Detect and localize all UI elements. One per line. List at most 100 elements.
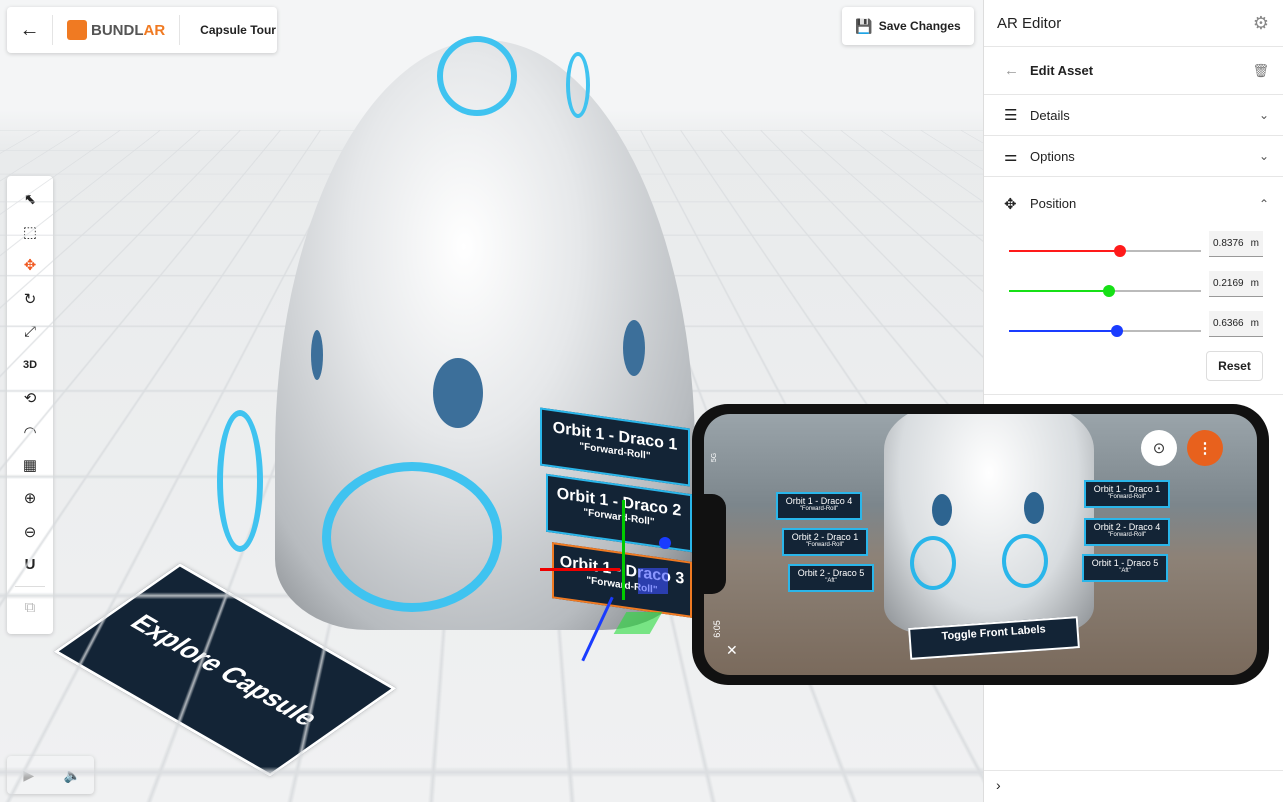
chevron-down-icon: ⌄ bbox=[1258, 149, 1269, 163]
thruster-ring[interactable] bbox=[217, 410, 263, 552]
more-vertical-icon: ⋮ bbox=[1197, 440, 1213, 457]
slider-knob[interactable] bbox=[1110, 325, 1123, 337]
arrow-left-icon: ← bbox=[19, 19, 40, 41]
save-label: Save Changes bbox=[878, 19, 961, 33]
capsule-window bbox=[623, 320, 645, 376]
position-z-input[interactable]: 0.6366 m bbox=[1209, 311, 1263, 337]
reset-button[interactable]: Reset bbox=[1206, 351, 1263, 381]
value: 0.2169 bbox=[1213, 278, 1244, 289]
capsule-window bbox=[932, 494, 952, 526]
section-details[interactable]: ☰ Details ⌄ bbox=[984, 95, 1283, 136]
thruster-ring bbox=[1002, 534, 1048, 588]
3d-view-tool[interactable]: 3D bbox=[7, 348, 53, 381]
network-indicator: 5G bbox=[711, 452, 719, 463]
draco-label: Orbit 2 - Draco 5 "Aft" bbox=[788, 564, 874, 592]
section-options[interactable]: ⚌ Options ⌄ bbox=[984, 136, 1283, 177]
position-y-slider[interactable] bbox=[1009, 285, 1201, 297]
edit-asset-title: Edit Asset bbox=[1030, 63, 1094, 78]
slider-fill bbox=[1009, 290, 1109, 292]
volume-button[interactable]: 🔈 bbox=[51, 767, 95, 784]
scale-tool[interactable]: ⤢ bbox=[7, 315, 53, 348]
move-icon: ✥ bbox=[1004, 195, 1017, 213]
lines-icon: ☰ bbox=[1004, 107, 1018, 124]
thruster-ring-selected[interactable] bbox=[322, 462, 502, 612]
unit: m bbox=[1250, 238, 1259, 249]
gift-box-icon bbox=[67, 20, 87, 40]
gizmo-plane-handle[interactable] bbox=[638, 568, 668, 594]
position-z-slider[interactable] bbox=[1009, 325, 1201, 337]
section-label: Details bbox=[1030, 107, 1070, 123]
capsule-window bbox=[433, 358, 483, 428]
slider-knob[interactable] bbox=[1102, 285, 1115, 297]
edit-asset-header: ← Edit Asset 🗑 bbox=[984, 47, 1283, 95]
more-menu-button[interactable]: ⋮ bbox=[1187, 430, 1223, 466]
draco-label: Orbit 2 - Draco 1 "Forward-Roll" bbox=[782, 528, 868, 556]
move-tool[interactable]: ✥ bbox=[7, 249, 53, 282]
trash-icon[interactable]: 🗑 bbox=[1252, 63, 1269, 79]
chevron-up-icon: ⌃ bbox=[1258, 196, 1269, 211]
slider-fill bbox=[1009, 330, 1117, 332]
draco-label: Orbit 2 - Draco 4 "Forward-Roll" bbox=[1084, 518, 1170, 546]
divider bbox=[984, 394, 1283, 395]
select-tool[interactable]: ⬉ bbox=[7, 182, 53, 215]
gear-icon[interactable]: ⚙ bbox=[1253, 13, 1269, 34]
thruster-ring bbox=[910, 536, 956, 590]
recenter-button[interactable]: ⊙ bbox=[1141, 430, 1177, 466]
section-position[interactable]: ✥ Position ⌃ bbox=[984, 177, 1283, 230]
top-bar: ← BUNDL AR Capsule Tour bbox=[7, 7, 277, 53]
thruster-ring[interactable] bbox=[437, 36, 517, 116]
draco-label: Orbit 1 - Draco 5 "Aft" bbox=[1082, 554, 1168, 582]
gizmo-y-axis[interactable] bbox=[622, 500, 625, 600]
project-title: Capsule Tour bbox=[200, 23, 276, 37]
position-y-input[interactable]: 0.2169 m bbox=[1209, 271, 1263, 297]
expand-panel-button[interactable]: › bbox=[984, 770, 1283, 802]
section-label: Position bbox=[1030, 196, 1077, 211]
wifi-anchor-tool[interactable]: ◠ bbox=[7, 415, 53, 448]
playback-controls: ▶ 🔈 bbox=[7, 756, 94, 794]
magnet-tool[interactable]: U bbox=[7, 548, 53, 581]
panel-title: AR Editor bbox=[997, 14, 1062, 32]
target-icon: ⊙ bbox=[1152, 440, 1166, 457]
slider-fill bbox=[1009, 250, 1121, 252]
ar-camera-view: Orbit 1 - Draco 4 "Forward-Roll" Orbit 2 … bbox=[704, 414, 1257, 675]
gizmo-handle[interactable] bbox=[659, 537, 671, 549]
panel-header: AR Editor ⚙ bbox=[984, 0, 1283, 47]
bundlar-logo: BUNDL AR bbox=[53, 15, 181, 45]
sliders-icon: ⚌ bbox=[1004, 148, 1018, 165]
zoom-in-tool[interactable]: ⊕ bbox=[7, 482, 53, 515]
position-x-slider[interactable] bbox=[1009, 245, 1201, 257]
floppy-disk-icon: 💾 bbox=[855, 17, 873, 34]
capsule-window bbox=[1024, 492, 1044, 524]
rotate-tool[interactable]: ↻ bbox=[7, 282, 53, 315]
thruster-ring[interactable] bbox=[566, 52, 590, 118]
phone-ar-preview: Orbit 1 - Draco 4 "Forward-Roll" Orbit 2 … bbox=[692, 404, 1269, 685]
capsule-model bbox=[884, 414, 1094, 634]
unit: m bbox=[1250, 318, 1259, 329]
capsule-window bbox=[311, 330, 323, 380]
save-changes-button[interactable]: 💾 Save Changes bbox=[842, 7, 974, 45]
value: 0.8376 bbox=[1213, 238, 1244, 249]
play-button[interactable]: ▶ bbox=[7, 767, 51, 784]
box-select-tool[interactable]: ⬚ bbox=[7, 215, 53, 248]
back-button[interactable]: ← bbox=[7, 15, 53, 45]
section-label: Options bbox=[1030, 148, 1075, 164]
draco-label: Orbit 1 - Draco 1 "Forward-Roll" bbox=[1084, 480, 1170, 508]
position-x-input[interactable]: 0.8376 m bbox=[1209, 231, 1263, 257]
close-icon[interactable]: ✕ bbox=[726, 642, 738, 659]
chevron-down-icon: ⌄ bbox=[1258, 108, 1269, 122]
tool-palette: ⬉ ⬚ ✥ ↻ ⤢ 3D ⟲ ◠ ▦ ⊕ ⊖ U ⧉ bbox=[7, 176, 53, 634]
draco-label: Orbit 1 - Draco 4 "Forward-Roll" bbox=[776, 492, 862, 520]
divider bbox=[15, 585, 45, 587]
phone-notch bbox=[704, 494, 726, 594]
brand-text-accent: AR bbox=[143, 21, 166, 39]
orbit-tool[interactable]: ⟲ bbox=[7, 382, 53, 415]
shapes-tool[interactable]: ⧉ bbox=[7, 591, 53, 624]
value: 0.6366 bbox=[1213, 318, 1244, 329]
arrow-left-icon[interactable]: ← bbox=[1004, 62, 1030, 79]
zoom-out-tool[interactable]: ⊖ bbox=[7, 515, 53, 548]
brand-text: BUNDL bbox=[91, 21, 144, 39]
status-time: 6:05 bbox=[711, 620, 722, 638]
unit: m bbox=[1250, 278, 1259, 289]
gizmo-x-axis[interactable] bbox=[540, 568, 620, 571]
grid-tool[interactable]: ▦ bbox=[7, 448, 53, 481]
